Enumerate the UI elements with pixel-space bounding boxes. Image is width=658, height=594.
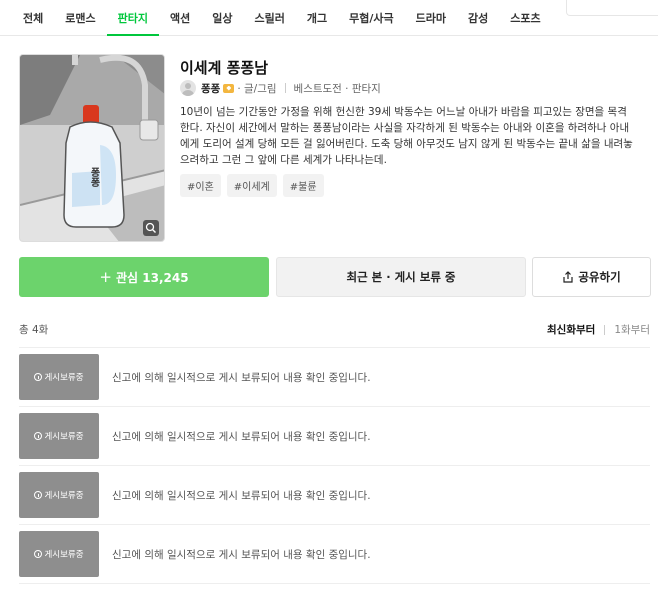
author-avatar[interactable] (180, 80, 196, 96)
tab-martial-arts[interactable]: 무협/사극 (338, 0, 405, 35)
episode-row[interactable]: 게시보류중 신고에 의해 일시적으로 게시 보류되어 내용 확인 중입니다. (19, 348, 650, 407)
held-badge: 게시보류중 (44, 432, 84, 442)
sort-newest-button[interactable]: 최신화부터 (547, 322, 595, 337)
header-edge-box (566, 0, 658, 16)
recent-view-button[interactable]: 최근 본 · 게시 보류 중 (276, 257, 526, 297)
held-badge: 게시보류중 (44, 550, 84, 560)
held-episode-thumbnail: 게시보류중 (19, 531, 99, 577)
thumbnail-illustration (20, 55, 164, 241)
info-icon (34, 491, 43, 499)
genre-nav: 전체 로맨스 판타지 액션 일상 스릴러 개그 무협/사극 드라마 감성 스포츠 (0, 0, 658, 36)
author-role: · 글/그림 (237, 82, 277, 95)
held-episode-thumbnail: 게시보류중 (19, 413, 99, 459)
webtoon-title: 이세계 퐁퐁남 (180, 59, 269, 77)
episode-row[interactable]: 게시보류중 신고에 의해 일시적으로 게시 보류되어 내용 확인 중입니다. (19, 407, 650, 466)
tag-list: #이혼 #이세계 #불륜 (180, 174, 324, 197)
tab-fantasy[interactable]: 판타지 (106, 0, 160, 36)
webtoon-thumbnail[interactable]: 퐁퐁 (19, 54, 165, 242)
share-button[interactable]: 공유하기 (532, 257, 651, 297)
divider (604, 324, 606, 335)
tab-all[interactable]: 전체 (12, 0, 54, 35)
episode-count: 총 4화 (19, 324, 49, 336)
tag-isekai[interactable]: #이세계 (226, 174, 277, 197)
episode-list: 게시보류중 신고에 의해 일시적으로 게시 보류되어 내용 확인 중입니다. 게… (19, 347, 650, 584)
tab-action[interactable]: 액션 (159, 0, 201, 35)
divider (284, 83, 286, 93)
episode-row[interactable]: 게시보류중 신고에 의해 일시적으로 게시 보류되어 내용 확인 중입니다. (19, 466, 650, 525)
info-icon (34, 373, 43, 381)
favorite-button[interactable]: + 관심 13,245 (19, 257, 269, 297)
episode-notice: 신고에 의해 일시적으로 게시 보류되어 내용 확인 중입니다. (112, 548, 371, 561)
info-icon (34, 550, 43, 558)
share-label: 공유하기 (578, 270, 621, 284)
tag-affair[interactable]: #불륜 (282, 174, 324, 197)
share-icon (563, 271, 573, 283)
held-episode-thumbnail: 게시보류중 (19, 354, 99, 400)
held-episode-thumbnail: 게시보류중 (19, 472, 99, 518)
episode-notice: 신고에 의해 일시적으로 게시 보류되어 내용 확인 중입니다. (112, 430, 371, 443)
tab-drama[interactable]: 드라마 (405, 0, 457, 35)
recent-view-label: 최근 본 · 게시 보류 중 (346, 270, 456, 284)
favorite-label: 관심 13,245 (116, 270, 189, 285)
tag-divorce[interactable]: #이혼 (180, 174, 221, 197)
episode-notice: 신고에 의해 일시적으로 게시 보류되어 내용 확인 중입니다. (112, 489, 371, 502)
episode-row[interactable]: 게시보류중 신고에 의해 일시적으로 게시 보류되어 내용 확인 중입니다. (19, 525, 650, 584)
sort-oldest-button[interactable]: 1화부터 (614, 322, 650, 337)
tab-daily[interactable]: 일상 (201, 0, 243, 35)
tab-thriller[interactable]: 스릴러 (244, 0, 296, 35)
held-badge: 게시보류중 (44, 491, 84, 501)
sort-options: 최신화부터 1화부터 (547, 322, 650, 337)
thumbnail-bottle-label: 퐁퐁 (88, 167, 99, 187)
tab-sports[interactable]: 스포츠 (499, 0, 551, 35)
tab-romance[interactable]: 로맨스 (54, 0, 106, 35)
webtoon-description: 10년이 넘는 기간동안 가정을 위해 헌신한 39세 박동수는 어느날 아내가… (180, 106, 633, 166)
tab-comedy[interactable]: 개그 (296, 0, 338, 35)
zoom-icon[interactable] (143, 220, 159, 236)
tab-emotion[interactable]: 감성 (457, 0, 499, 35)
webtoon-category: 베스트도전 · 판타지 (293, 82, 381, 95)
author-row: 퐁퐁 · 글/그림 베스트도전 · 판타지 (180, 80, 381, 96)
held-badge: 게시보류중 (44, 373, 84, 383)
info-icon (34, 432, 43, 440)
creator-badge-icon (223, 83, 235, 93)
plus-icon: + (99, 268, 112, 286)
author-name[interactable]: 퐁퐁 (201, 81, 220, 96)
episode-notice: 신고에 의해 일시적으로 게시 보류되어 내용 확인 중입니다. (112, 371, 371, 384)
